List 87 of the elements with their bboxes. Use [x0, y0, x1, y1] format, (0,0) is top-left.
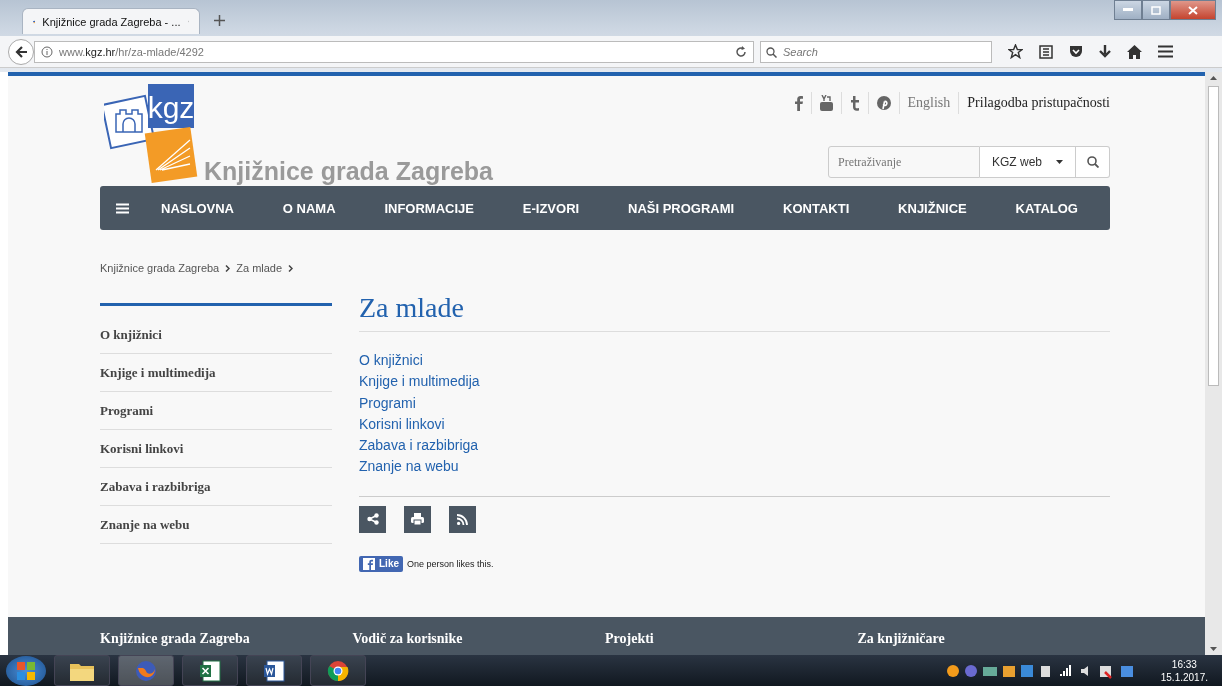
footer-heading: Vodič za korisnike — [352, 631, 464, 647]
share-icon — [366, 513, 379, 526]
language-link[interactable]: English — [907, 95, 951, 111]
rss-button[interactable] — [449, 505, 476, 533]
chevron-icon — [288, 264, 294, 272]
taskbar-button[interactable] — [54, 655, 110, 686]
scrollbar[interactable] — [1205, 72, 1222, 655]
back-arrow-icon — [14, 44, 28, 59]
chevron-icon — [225, 264, 231, 272]
page-title: Za mlade — [359, 292, 1110, 332]
maximize-button[interactable] — [1142, 0, 1170, 20]
spreadsheet-icon — [199, 659, 221, 682]
pinterest-icon[interactable] — [876, 96, 891, 110]
reading-list-icon[interactable] — [1039, 44, 1053, 59]
home-icon[interactable] — [1127, 44, 1142, 59]
nav-link[interactable]: KNJIŽNICE — [898, 200, 967, 216]
taskbar-clock[interactable]: 16:33 15.1.2017. — [1152, 657, 1216, 684]
like-button[interactable]: Like — [359, 555, 403, 572]
content-link[interactable]: Znanje na webu — [359, 456, 459, 478]
library-logo[interactable]: kgz — [104, 84, 198, 184]
sidebar-link[interactable]: Knjige i multimedija — [100, 354, 332, 392]
like-count-text: One person likes this. — [407, 558, 494, 569]
pocket-icon[interactable] — [1069, 45, 1083, 58]
nav-link[interactable]: O NAMA — [282, 200, 336, 216]
caret-icon — [1056, 160, 1063, 164]
reload-icon[interactable] — [735, 45, 747, 58]
site-search-field[interactable]: Pretraživanje — [828, 146, 980, 178]
nav-link[interactable]: NASLOVNA — [161, 200, 234, 216]
share-button[interactable] — [359, 505, 386, 533]
download-icon[interactable] — [1099, 44, 1111, 59]
new-tab-icon[interactable] — [214, 15, 225, 26]
maximize-icon — [1151, 5, 1161, 15]
print-button[interactable] — [404, 505, 431, 533]
close-button[interactable] — [1170, 0, 1216, 20]
accessibility-link[interactable]: Prilagodba pristupačnosti — [967, 95, 1110, 111]
taskbar-button[interactable] — [182, 655, 238, 686]
sidebar-link[interactable]: Znanje na webu — [100, 506, 332, 544]
browser-search-field[interactable]: Search — [760, 40, 992, 63]
footer-heading: Knjižnice grada Zagreba — [100, 631, 251, 647]
footer-heading: Za knjižničare — [857, 631, 946, 647]
minimize-button[interactable] — [1114, 0, 1142, 20]
facebook-icon[interactable] — [794, 95, 803, 111]
facebook-icon — [363, 557, 375, 570]
content-link[interactable]: Zabava i razbibriga — [359, 435, 479, 457]
sidebar-link[interactable]: O knjižnici — [100, 316, 332, 354]
content-link[interactable]: Programi — [359, 392, 416, 414]
content-link[interactable]: Knjige i multimedija — [359, 371, 480, 393]
nav-link[interactable]: KONTAKTI — [783, 200, 850, 216]
nav-link[interactable]: INFORMACIJE — [384, 200, 474, 216]
taskbar-button[interactable] — [246, 655, 302, 686]
search-icon — [1086, 156, 1099, 168]
scrollbar-thumb[interactable] — [1208, 86, 1219, 386]
browser-icon — [135, 659, 157, 682]
document-icon — [263, 659, 285, 682]
start-button[interactable] — [6, 655, 46, 686]
address-bar[interactable]: www.kgz.hr/hr/za-mlade/4292 — [34, 40, 754, 63]
menu-icon[interactable] — [1158, 45, 1173, 58]
sidebar-link[interactable]: Korisni linkovi — [100, 430, 332, 468]
scroll-down-icon[interactable] — [1210, 647, 1217, 651]
taskbar-button[interactable] — [310, 655, 366, 686]
browser-icon — [327, 659, 349, 682]
url-text: www.kgz.hr/hr/za-mlade/4292 — [59, 45, 204, 58]
back-button[interactable] — [8, 38, 34, 65]
browser-tab[interactable]: Knjižnice grada Zagreba - ... — [22, 8, 200, 34]
content-link[interactable]: O knjižnici — [359, 350, 423, 372]
tab-title: Knjižnice grada Zagreba - ... — [42, 15, 181, 28]
tumblr-icon[interactable] — [849, 95, 860, 111]
footer-heading: Projekti — [605, 631, 655, 647]
sidebar-link[interactable]: Zabava i razbibriga — [100, 468, 332, 506]
scroll-up-icon[interactable] — [1210, 76, 1217, 80]
windows-logo-icon — [15, 659, 37, 682]
sidebar-link[interactable]: Programi — [100, 392, 332, 430]
minimize-icon — [1123, 8, 1133, 12]
star-icon[interactable] — [1008, 44, 1023, 59]
printer-icon — [411, 513, 424, 526]
rss-icon — [457, 513, 468, 525]
search-icon — [766, 46, 777, 58]
breadcrumb-link[interactable]: Za mlade — [236, 262, 283, 274]
youtube-icon[interactable] — [819, 95, 833, 111]
breadcrumb-link[interactable]: Knjižnice grada Zagreba — [100, 262, 220, 274]
nav-link[interactable]: E-IZVORI — [522, 200, 580, 216]
search-button[interactable] — [1076, 146, 1110, 178]
info-icon[interactable] — [41, 45, 53, 58]
content-link[interactable]: Korisni linkovi — [359, 413, 445, 436]
nav-link[interactable]: NAŠI PROGRAMI — [628, 200, 735, 216]
nav-link[interactable]: KATALOG — [1015, 200, 1078, 216]
scope-dropdown[interactable]: KGZ web — [980, 146, 1076, 178]
